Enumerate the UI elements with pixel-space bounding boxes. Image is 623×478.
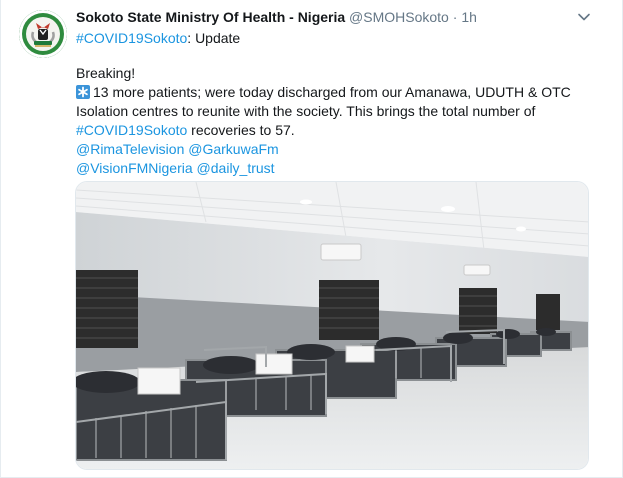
- author-handle[interactable]: @SMOHSokoto: [349, 9, 449, 25]
- mention-link[interactable]: @RimaTelevision: [76, 141, 184, 157]
- mention-link[interactable]: @daily_trust: [197, 160, 275, 176]
- avatar[interactable]: [19, 10, 67, 58]
- chevron-down-icon[interactable]: [576, 9, 592, 25]
- asterisk-emoji-icon: [76, 85, 90, 99]
- mentions-line: @RimaTelevision @GarkuwaFm: [76, 140, 596, 159]
- tweet-subline: #COVID19Sokoto: Update: [76, 29, 240, 48]
- timestamp[interactable]: 1h: [461, 9, 477, 25]
- separator: ·: [452, 9, 458, 25]
- body-line: Breaking!: [76, 65, 136, 81]
- tweet-body: Breaking! 13 more patients; were today d…: [76, 64, 596, 178]
- ward-photo: [76, 182, 588, 469]
- body-line: 13 more patients; were today discharged …: [76, 83, 596, 102]
- mention-link[interactable]: @VisionFMNigeria: [76, 160, 193, 176]
- tweet-photo[interactable]: [75, 181, 589, 470]
- subline-text: : Update: [187, 30, 241, 46]
- hashtag-link[interactable]: #COVID19Sokoto: [76, 30, 187, 46]
- body-line: #COVID19Sokoto recoveries to 57.: [76, 122, 295, 138]
- author-name[interactable]: Sokoto State Ministry Of Health - Nigeri…: [76, 9, 345, 25]
- tweet-card[interactable]: Sokoto State Ministry Of Health - Nigeri…: [0, 0, 623, 478]
- hashtag-link[interactable]: #COVID19Sokoto: [76, 122, 187, 138]
- mention-link[interactable]: @GarkuwaFm: [188, 141, 278, 157]
- body-line: Isolation centres to reunite with the so…: [76, 103, 536, 119]
- coat-of-arms-icon: [19, 10, 67, 58]
- mentions-line: @VisionFMNigeria @daily_trust: [76, 159, 596, 178]
- tweet-header: Sokoto State Ministry Of Health - Nigeri…: [76, 8, 477, 27]
